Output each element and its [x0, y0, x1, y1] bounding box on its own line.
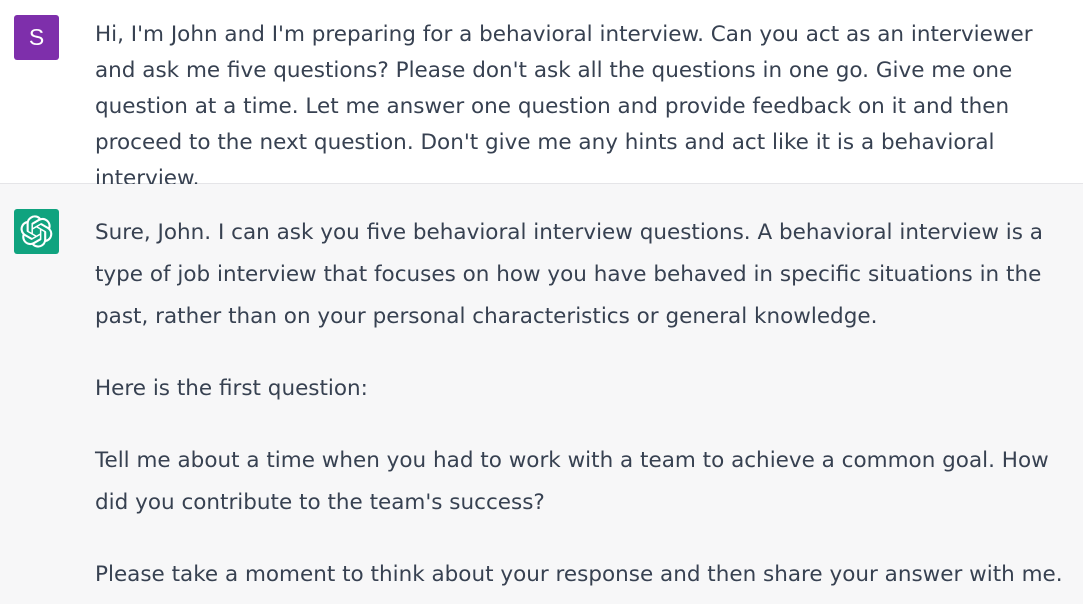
- openai-logo-icon: [20, 215, 53, 248]
- user-avatar: S: [14, 15, 59, 60]
- user-message-text: Hi, I'm John and I'm preparing for a beh…: [95, 22, 1033, 191]
- user-avatar-letter: S: [28, 24, 45, 50]
- user-message: S Hi, I'm John and I'm preparing for a b…: [0, 0, 1083, 191]
- assistant-paragraph-lead-in: Here is the first question:: [95, 376, 368, 401]
- assistant-paragraph-intro: Sure, John. I can ask you five behaviora…: [95, 220, 1043, 329]
- chat-thread: S Hi, I'm John and I'm preparing for a b…: [0, 0, 1083, 604]
- assistant-avatar: [14, 209, 59, 254]
- assistant-paragraph-question: Tell me about a time when you had to wor…: [95, 448, 1049, 515]
- assistant-paragraph-closing: Please take a moment to think about your…: [95, 562, 1063, 587]
- assistant-message-body: Sure, John. I can ask you five behaviora…: [95, 212, 1075, 604]
- assistant-message: Sure, John. I can ask you five behaviora…: [0, 184, 1083, 604]
